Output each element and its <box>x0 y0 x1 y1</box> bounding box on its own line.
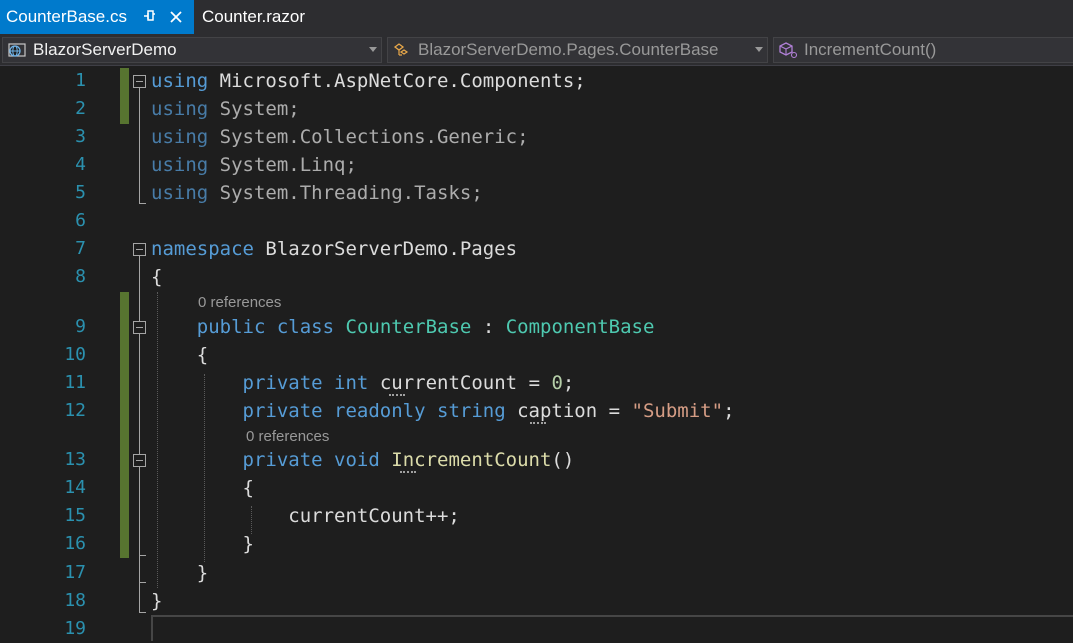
outline-end <box>139 203 146 204</box>
suggestion-squiggle[interactable] <box>400 468 416 473</box>
code-line-15: currentCount++; <box>288 505 460 527</box>
code-line-9: public class CounterBase : ComponentBase <box>196 316 655 338</box>
code-line-11: private int currentCount = 0; <box>242 372 575 394</box>
line-number: 19 <box>64 618 86 639</box>
line-number: 4 <box>75 154 86 175</box>
line-number: 12 <box>64 400 86 421</box>
outline-line <box>139 467 140 555</box>
line-number: 9 <box>75 316 86 337</box>
line-number: 16 <box>64 533 86 554</box>
code-line-13: private void IncrementCount() <box>242 449 575 471</box>
type-label: BlazorServerDemo.Pages.CounterBase <box>418 40 719 59</box>
change-tracking-bar <box>120 68 129 124</box>
collapse-toggle-icon[interactable] <box>133 321 146 334</box>
chevron-down-icon <box>369 47 377 52</box>
line-number: 7 <box>75 238 86 259</box>
collapse-toggle-icon[interactable] <box>133 75 146 88</box>
code-lens-references[interactable]: 0 references <box>198 294 281 311</box>
outline-end <box>139 612 146 613</box>
code-line-16: } <box>242 533 254 555</box>
line-number: 18 <box>64 590 86 611</box>
line-number: 14 <box>64 477 86 498</box>
document-tab-strip: CounterBase.cs Counter.razor <box>0 0 1073 34</box>
outline-end <box>139 582 146 583</box>
current-line-highlight <box>151 615 1073 641</box>
line-number: 11 <box>64 372 86 393</box>
code-line-10: { <box>196 344 209 366</box>
code-editor[interactable]: 1 2 3 4 5 6 7 8 9 10 11 12 13 14 15 16 1… <box>0 66 1073 641</box>
collapse-toggle-icon[interactable] <box>133 243 146 256</box>
code-line-14: { <box>242 477 254 499</box>
close-icon[interactable] <box>168 9 184 25</box>
code-line-2: using System; <box>151 98 300 120</box>
outline-line <box>139 88 140 203</box>
tab-label: CounterBase.cs <box>6 7 127 26</box>
type-dropdown[interactable]: BlazorServerDemo.Pages.CounterBase <box>387 37 768 63</box>
code-lens-references[interactable]: 0 references <box>246 428 329 445</box>
line-number: 8 <box>75 266 86 287</box>
line-number: 17 <box>64 562 86 583</box>
navigation-bar: BlazorServerDemo BlazorServerDemo.Pages.… <box>0 34 1073 66</box>
tab-counterbase-cs[interactable]: CounterBase.cs <box>0 0 194 34</box>
member-dropdown[interactable]: IncrementCount() <box>773 37 1073 63</box>
line-number: 2 <box>75 98 86 119</box>
line-number: 6 <box>75 210 86 231</box>
class-icon <box>393 43 409 56</box>
suggestion-squiggle[interactable] <box>530 419 546 424</box>
code-line-18: } <box>151 590 163 612</box>
member-label: IncrementCount() <box>804 40 937 59</box>
code-line-3: using System.Collections.Generic; <box>151 126 529 148</box>
pin-icon[interactable] <box>142 9 156 25</box>
csharp-project-icon <box>8 43 26 57</box>
project-label: BlazorServerDemo <box>33 40 177 59</box>
line-number: 1 <box>75 70 86 91</box>
code-line-7: namespace BlazorServerDemo.Pages <box>151 238 518 260</box>
change-tracking-bar <box>120 292 129 558</box>
line-number: 15 <box>64 505 86 526</box>
project-dropdown[interactable]: BlazorServerDemo <box>2 37 382 63</box>
code-line-4: using System.Linq; <box>151 154 357 176</box>
code-line-1: using Microsoft.AspNetCore.Components; <box>151 70 586 92</box>
method-icon <box>779 42 798 59</box>
code-line-17: } <box>196 562 209 584</box>
line-number: 5 <box>75 182 86 203</box>
tab-counter-razor[interactable]: Counter.razor <box>194 0 344 34</box>
code-line-5: using System.Threading.Tasks; <box>151 182 483 204</box>
code-line-12: private readonly string caption = "Submi… <box>242 400 735 422</box>
code-line-8: { <box>151 266 163 288</box>
tab-label: Counter.razor <box>202 7 305 26</box>
chevron-down-icon <box>755 47 763 52</box>
line-number: 10 <box>64 344 86 365</box>
line-number: 13 <box>64 449 86 470</box>
outline-end <box>139 555 146 556</box>
line-number: 3 <box>75 126 86 147</box>
suggestion-squiggle[interactable] <box>389 391 405 396</box>
collapse-toggle-icon[interactable] <box>133 454 146 467</box>
